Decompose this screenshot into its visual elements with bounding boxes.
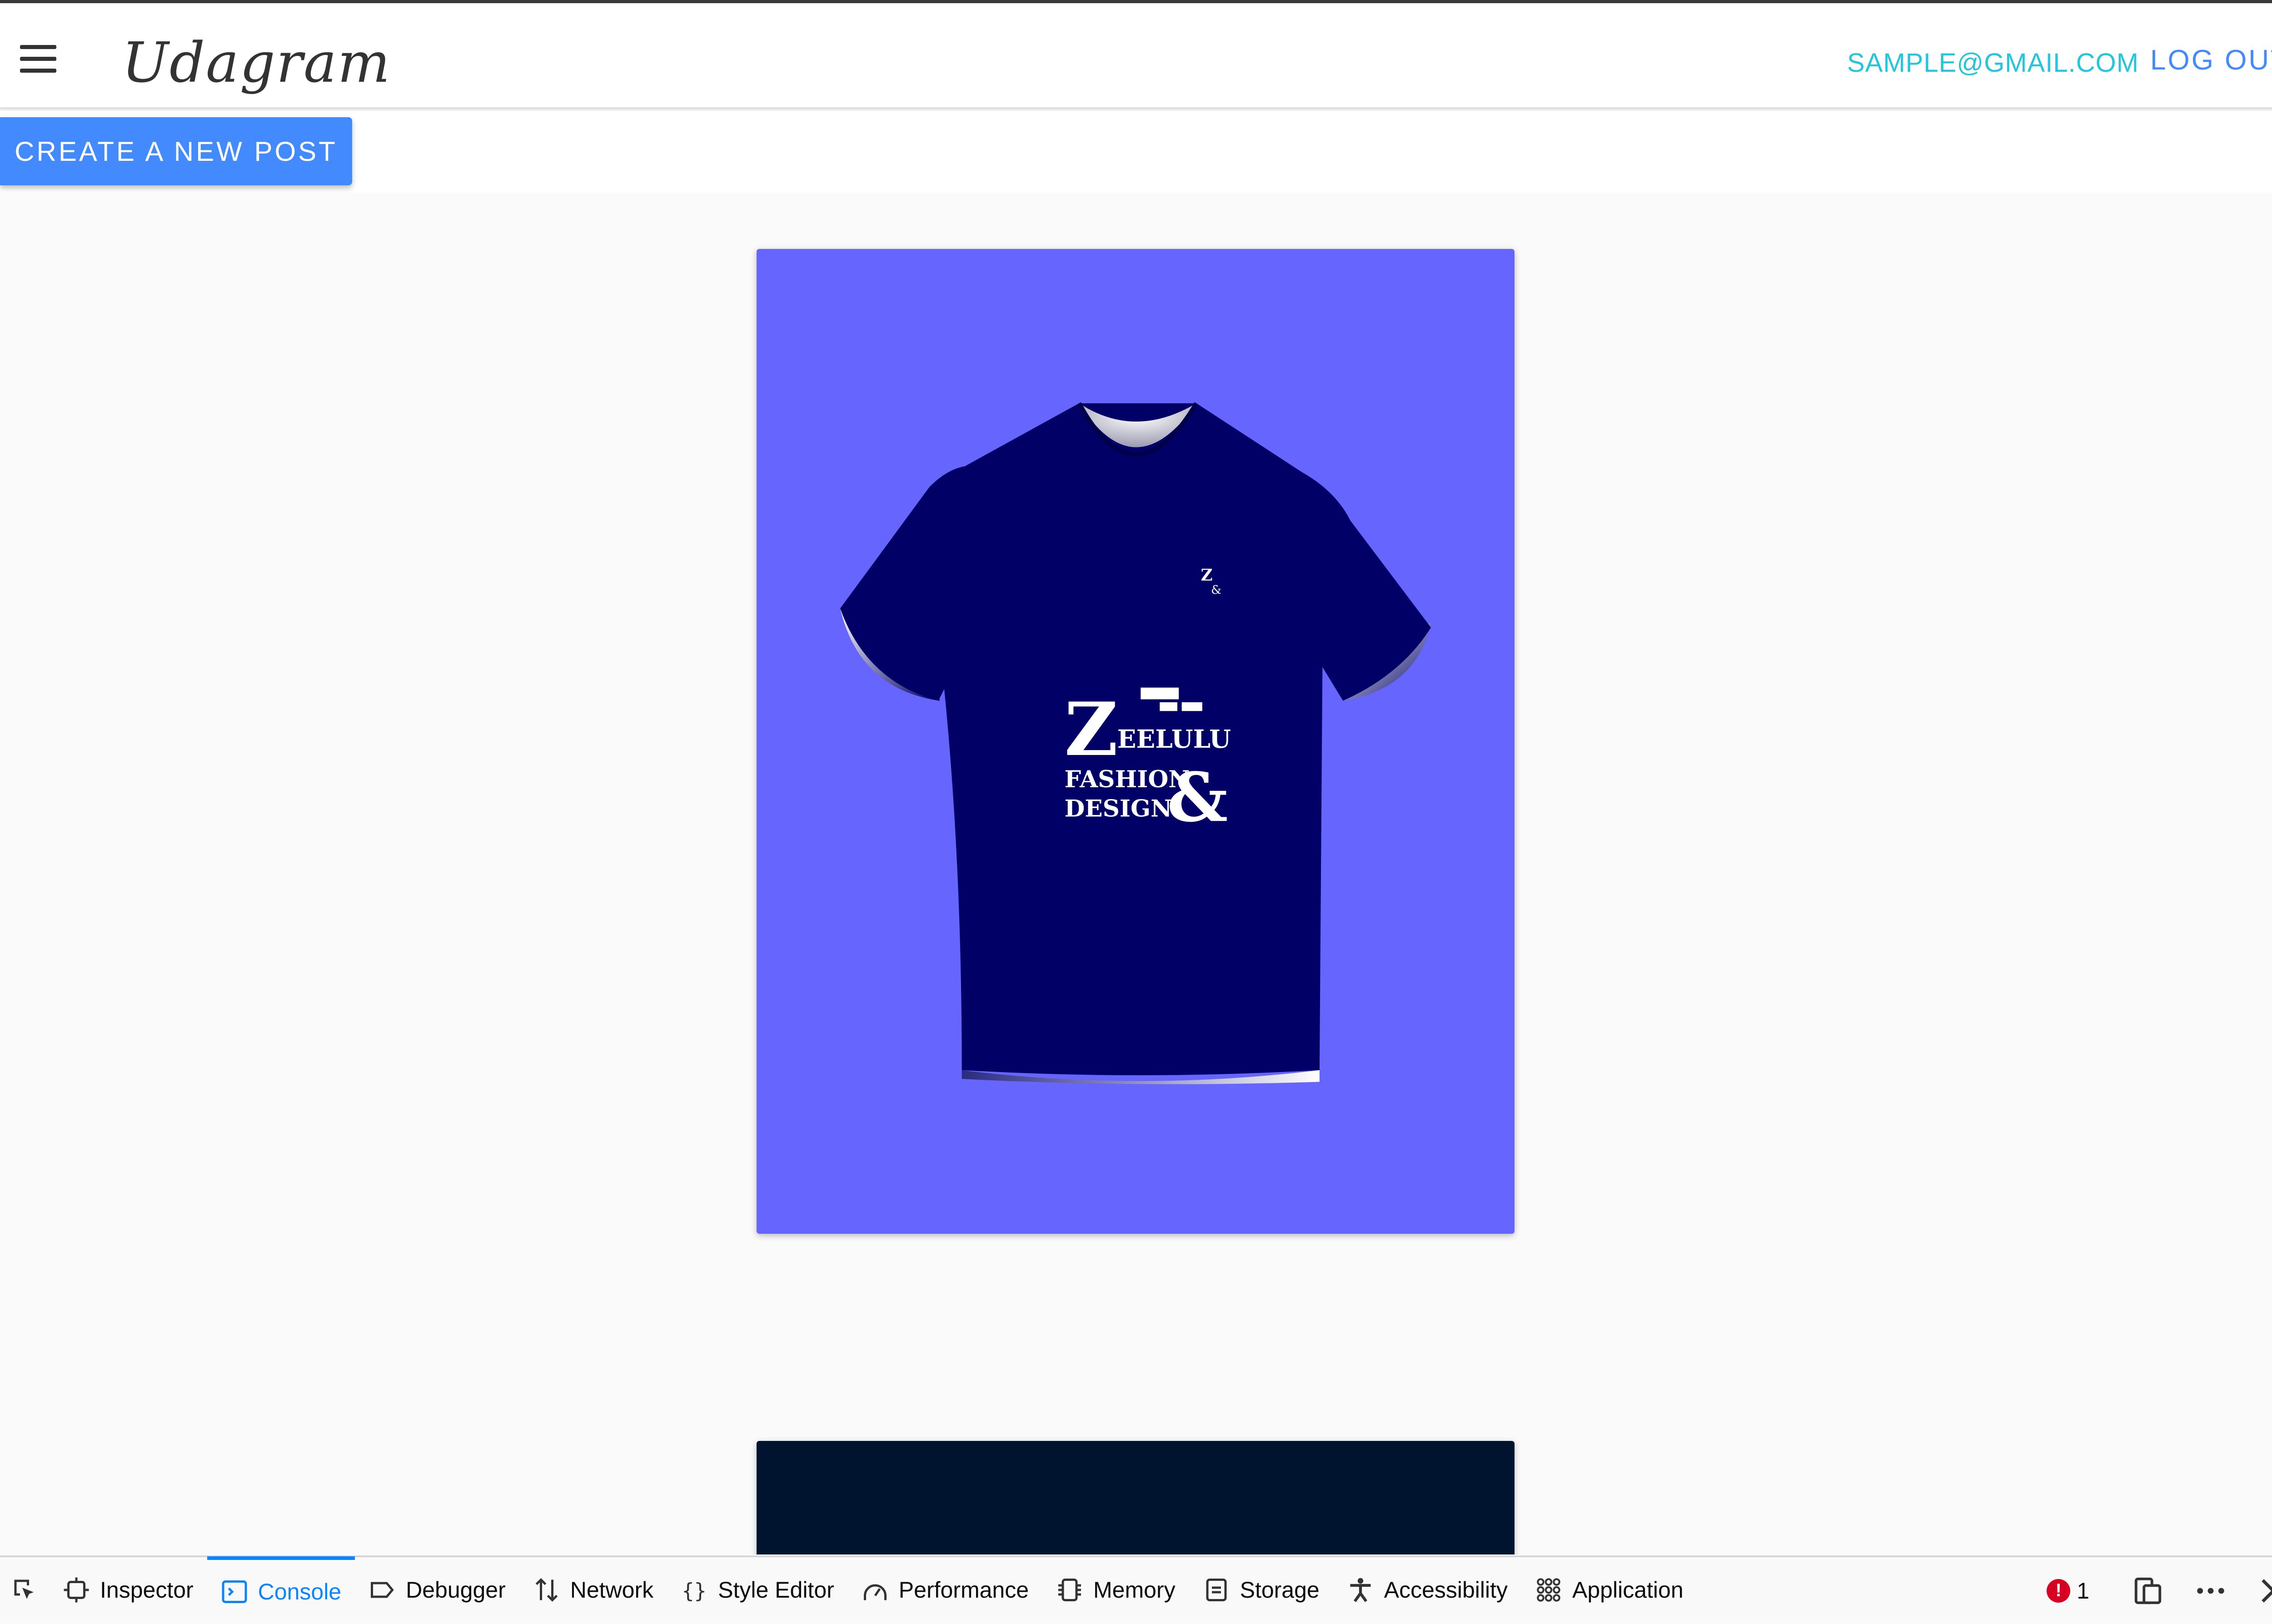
devtools-toolbar: Inspector Console Debugger Network {} St… [0,1555,2272,1622]
user-email: SAMPLE@GMAIL.COM [1847,48,2139,78]
tab-label: Inspector [100,1577,194,1603]
accessibility-icon [1350,1578,1371,1602]
svg-text:&: & [1167,758,1228,837]
tab-console[interactable]: Console [207,1556,355,1623]
more-options-icon[interactable] [2195,1575,2227,1607]
tab-memory[interactable]: Memory [1042,1556,1189,1623]
tab-application[interactable]: Application [1521,1556,1697,1623]
svg-text:EELULU: EELULU [1117,725,1231,754]
svg-text:Z: Z [1065,687,1118,773]
tab-label: Storage [1240,1577,1320,1603]
responsive-design-icon[interactable] [2132,1575,2164,1607]
tab-performance[interactable]: Performance [848,1556,1042,1623]
menu-icon[interactable] [20,45,56,74]
post-image: Z & Z EELULU FASHION DESIGN & [757,249,1515,1234]
svg-text:DESIGN: DESIGN [1065,795,1172,823]
svg-text:Z: Z [1201,566,1213,585]
tab-label: Console [258,1579,342,1604]
inspector-icon [64,1577,89,1602]
error-count: 1 [2077,1578,2089,1604]
error-icon: ! [2047,1579,2071,1603]
debugger-icon [371,1582,394,1598]
tab-label: Style Editor [718,1577,834,1603]
close-icon[interactable] [2257,1575,2272,1607]
logout-button[interactable]: LOG OUT [2150,44,2272,76]
tshirt-image: Z & Z EELULU FASHION DESIGN & [840,402,1431,1084]
error-count-badge[interactable]: ! 1 [2047,1578,2089,1604]
create-post-button[interactable]: CREATE A NEW POST [0,117,352,185]
tab-label: Performance [898,1577,1029,1603]
tab-style-editor[interactable]: {} Style Editor [667,1556,848,1623]
post-feed: Z & Z EELULU FASHION DESIGN & zeelu [0,193,2272,1554]
tab-label: Accessibility [1384,1577,1508,1603]
element-picker-icon[interactable] [0,1556,49,1623]
app-toolbar: Udagram SAMPLE@GMAIL.COM LOG OUT [0,3,2272,109]
svg-text:{}: {} [682,1579,707,1603]
tab-debugger[interactable]: Debugger [355,1556,519,1623]
tab-accessibility[interactable]: Accessibility [1333,1556,1521,1623]
post-card[interactable] [757,1441,1515,1554]
brand-title[interactable]: Udagram [122,30,391,95]
performance-icon [863,1584,887,1600]
tab-label: Network [570,1577,654,1603]
tab-label: Application [1572,1577,1684,1603]
memory-icon [1058,1578,1081,1601]
network-icon [535,1578,558,1602]
svg-text:&: & [1211,583,1221,597]
style-editor-icon: {} [682,1579,707,1603]
tab-label: Debugger [406,1577,506,1603]
post-image [757,1441,1515,1554]
tab-storage[interactable]: Storage [1189,1556,1333,1623]
application-icon [1537,1578,1560,1602]
console-icon [222,1580,247,1603]
tab-inspector[interactable]: Inspector [49,1556,207,1623]
post-card[interactable]: Z & Z EELULU FASHION DESIGN & zeelu [757,249,1515,1234]
window-top-edge [0,0,2272,3]
storage-icon [1206,1578,1227,1601]
tab-label: Memory [1093,1577,1176,1603]
tab-network[interactable]: Network [519,1556,667,1623]
